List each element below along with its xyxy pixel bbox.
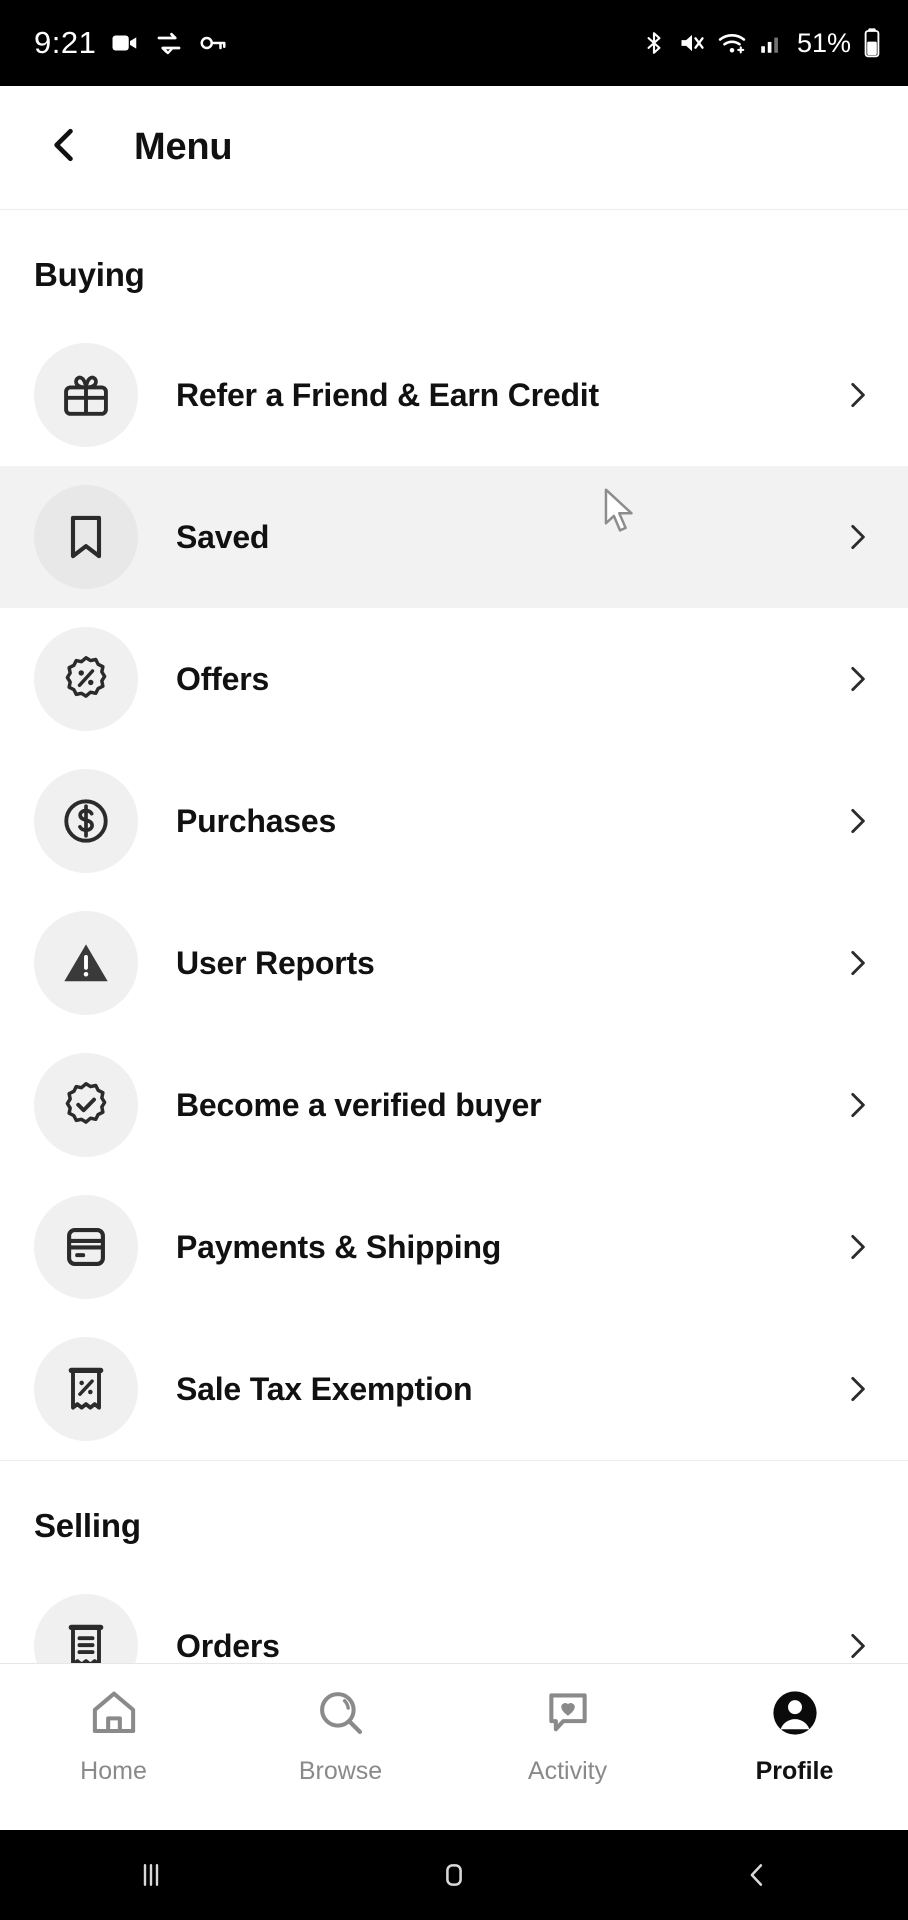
tab-home[interactable]: Home xyxy=(0,1664,227,1830)
section-title-selling: Selling xyxy=(34,1507,141,1544)
menu-item-offers[interactable]: Offers xyxy=(0,608,908,750)
menu-item-label: Sale Tax Exemption xyxy=(176,1370,473,1407)
chat-heart-icon xyxy=(541,1686,595,1745)
tab-label: Home xyxy=(80,1757,147,1785)
percent-badge-icon xyxy=(34,627,138,731)
status-bar-left: 9:21 xyxy=(34,25,228,61)
phone-screen: 9:21 51% Menu Buying Refer a Friend & Ea… xyxy=(0,0,908,1920)
menu-item-orders[interactable]: Orders xyxy=(0,1575,908,1663)
mute-icon xyxy=(678,28,706,58)
home-square-icon[interactable] xyxy=(303,1857,606,1893)
battery-icon xyxy=(862,27,882,59)
chevron-right-icon xyxy=(840,946,874,980)
menu-item-label: Refer a Friend & Earn Credit xyxy=(176,376,599,413)
menu-item-saved[interactable]: Saved xyxy=(0,466,908,608)
menu-item-label: Offers xyxy=(176,660,270,697)
section-title-buying: Buying xyxy=(34,256,145,293)
home-icon xyxy=(87,1686,141,1745)
tab-label: Activity xyxy=(527,1757,608,1785)
menu-item-label: Purchases xyxy=(176,802,337,839)
menu-item-label: Payments & Shipping xyxy=(176,1228,502,1265)
tab-activity[interactable]: Activity xyxy=(454,1664,681,1830)
tab-label: Browse xyxy=(298,1757,383,1785)
cellular-signal-icon xyxy=(758,28,784,58)
chevron-right-icon xyxy=(840,1629,874,1663)
menu-item-label: Saved xyxy=(176,518,270,555)
tab-browse[interactable]: Browse xyxy=(227,1664,454,1830)
sync-check-icon xyxy=(154,28,184,58)
chevron-right-icon xyxy=(840,1088,874,1122)
menu-item-label: User Reports xyxy=(176,944,375,981)
status-bar: 9:21 51% xyxy=(0,0,908,86)
person-circle-icon xyxy=(768,1686,822,1745)
credit-card-icon xyxy=(34,1195,138,1299)
android-navigation-bar xyxy=(0,1830,908,1920)
menu-item-label: Become a verified buyer xyxy=(176,1086,542,1123)
key-icon xyxy=(198,28,228,58)
video-camera-icon xyxy=(110,28,140,58)
menu-item-purchases[interactable]: Purchases xyxy=(0,750,908,892)
bluetooth-icon xyxy=(641,28,667,58)
recents-icon[interactable] xyxy=(0,1857,303,1893)
menu-item-refer-a-friend[interactable]: Refer a Friend & Earn Credit xyxy=(0,324,908,466)
dollar-circle-icon xyxy=(34,769,138,873)
chevron-right-icon xyxy=(840,378,874,412)
tab-label: Profile xyxy=(755,1757,834,1785)
menu-item-sale-tax-exemption[interactable]: Sale Tax Exemption xyxy=(0,1318,908,1460)
tab-profile[interactable]: Profile xyxy=(681,1664,908,1830)
menu-item-label: Orders xyxy=(176,1627,280,1664)
back-button[interactable] xyxy=(16,100,112,196)
menu-item-become-verified-buyer[interactable]: Become a verified buyer xyxy=(0,1034,908,1176)
status-bar-right: 51% xyxy=(641,27,882,59)
chevron-right-icon xyxy=(840,1230,874,1264)
wifi-icon xyxy=(717,28,747,58)
page-title: Menu xyxy=(134,126,233,168)
battery-percent-label: 51% xyxy=(796,27,851,58)
chevron-left-icon xyxy=(42,123,86,172)
status-time: 9:21 xyxy=(34,25,97,60)
bookmark-icon xyxy=(34,485,138,589)
warning-triangle-icon xyxy=(34,911,138,1015)
chevron-right-icon xyxy=(840,520,874,554)
chevron-right-icon xyxy=(840,662,874,696)
menu-item-payments-shipping[interactable]: Payments & Shipping xyxy=(0,1176,908,1318)
gift-icon xyxy=(34,343,138,447)
chevron-right-icon xyxy=(840,1372,874,1406)
receipt-lines-icon xyxy=(34,1594,138,1663)
back-chevron-icon[interactable] xyxy=(605,1857,908,1893)
bottom-tab-bar: Home Browse Activity Profile xyxy=(0,1663,908,1830)
app-header: Menu xyxy=(0,86,908,210)
chevron-right-icon xyxy=(840,804,874,838)
receipt-percent-icon xyxy=(34,1337,138,1441)
search-icon xyxy=(314,1686,368,1745)
menu-item-user-reports[interactable]: User Reports xyxy=(0,892,908,1034)
menu-list: Buying Refer a Friend & Earn Credit Save… xyxy=(0,210,908,1663)
verified-badge-icon xyxy=(34,1053,138,1157)
